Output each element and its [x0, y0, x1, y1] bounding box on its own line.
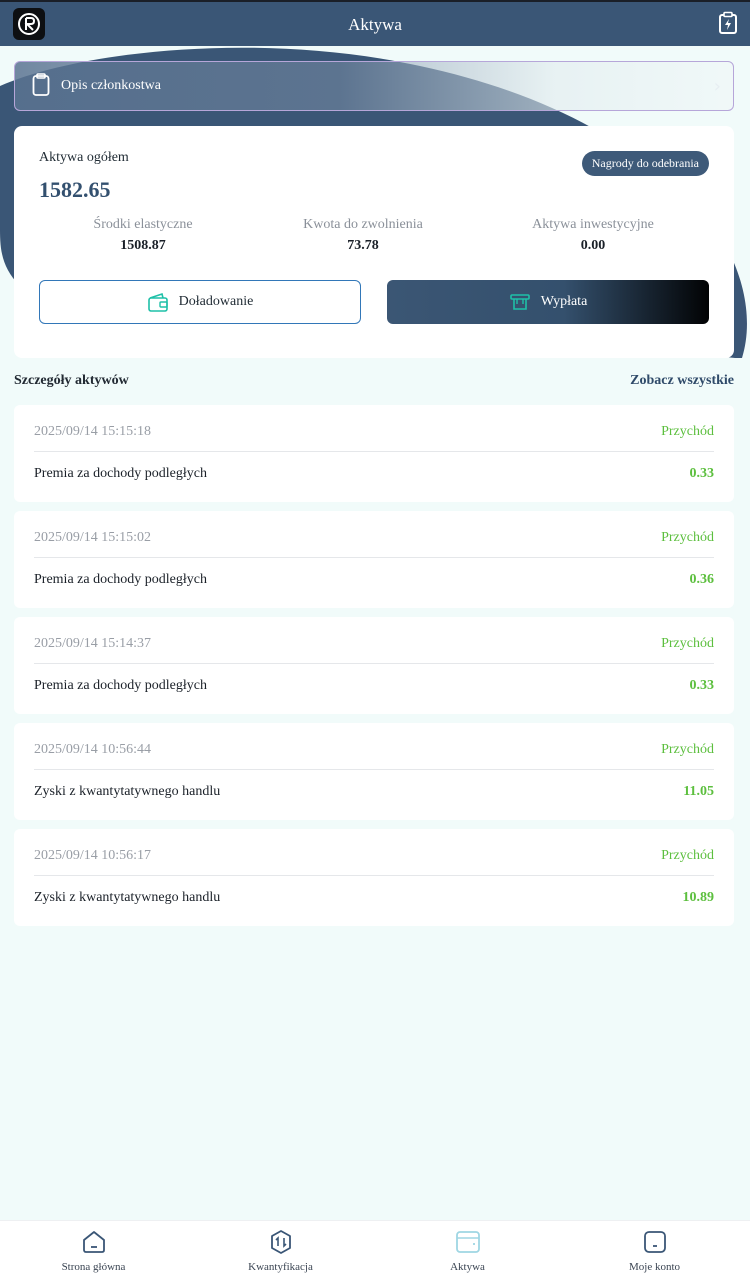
- transaction-item[interactable]: 2025/09/14 15:14:37 Przychód Premia za d…: [14, 617, 734, 714]
- transaction-amount: 11.05: [683, 784, 714, 799]
- chevron-right-icon: ›: [713, 76, 721, 97]
- transaction-description: Zyski z kwantytatywnego handlu: [34, 890, 221, 905]
- quantify-icon: [270, 1230, 291, 1254]
- membership-label: Opis członkostwa: [61, 78, 161, 93]
- top-bar: Aktywa: [0, 0, 750, 46]
- total-assets-label: Aktywa ogółem: [39, 150, 129, 165]
- transaction-description: Zyski z kwantytatywnego handlu: [34, 784, 221, 799]
- investment-assets-stat: Aktywa inwestycyjne 0.00: [483, 217, 703, 254]
- bottom-navigation: Strona główna Kwantyfikacja Aktywa Moje …: [0, 1220, 750, 1281]
- stat-value: 1508.87: [120, 238, 166, 253]
- divider: [34, 663, 714, 664]
- nav-item-assets[interactable]: Aktywa: [374, 1221, 561, 1281]
- release-amount-stat: Kwota do zwolnienia 73.78: [253, 217, 473, 254]
- transaction-date: 2025/09/14 15:14:37: [34, 636, 152, 651]
- flexible-funds-stat: Środki elastyczne 1508.87: [33, 217, 253, 254]
- transaction-item[interactable]: 2025/09/14 10:56:44 Przychód Zyski z kwa…: [14, 723, 734, 820]
- transaction-type: Przychód: [661, 848, 714, 863]
- transaction-item[interactable]: 2025/09/14 15:15:02 Przychód Premia za d…: [14, 511, 734, 608]
- divider: [34, 875, 714, 876]
- account-icon: [643, 1231, 666, 1253]
- see-all-link[interactable]: Zobacz wszystkie: [630, 373, 734, 389]
- withdraw-button[interactable]: Wypłata: [387, 280, 709, 324]
- stat-label: Środki elastyczne: [93, 217, 193, 232]
- transaction-type: Przychód: [661, 742, 714, 757]
- nav-item-quantify[interactable]: Kwantyfikacja: [187, 1221, 374, 1281]
- transaction-date: 2025/09/14 15:15:02: [34, 530, 152, 545]
- nav-label: Moje konto: [628, 1261, 681, 1273]
- clipboard-flash-icon[interactable]: [718, 11, 738, 35]
- asset-details-title: Szczegóły aktywów: [14, 373, 129, 388]
- transaction-date: 2025/09/14 10:56:44: [34, 742, 152, 757]
- transaction-description: Premia za dochody podległych: [34, 678, 208, 693]
- stat-label: Kwota do zwolnienia: [303, 217, 423, 232]
- transaction-amount: 0.36: [689, 572, 715, 587]
- stat-value: 0.00: [580, 238, 606, 253]
- nav-label: Kwantyfikacja: [248, 1261, 313, 1273]
- stat-value: 73.78: [347, 238, 379, 253]
- transaction-type: Przychód: [661, 424, 714, 439]
- deposit-label: Doładowanie: [178, 294, 254, 309]
- nav-item-home[interactable]: Strona główna: [0, 1221, 187, 1281]
- withdraw-label: Wypłata: [540, 294, 588, 309]
- transaction-item[interactable]: 2025/09/14 10:56:17 Przychód Zyski z kwa…: [14, 829, 734, 926]
- page-title: Aktywa: [348, 15, 402, 34]
- transaction-list: 2025/09/14 15:15:18 Przychód Premia za d…: [14, 405, 734, 935]
- stat-label: Aktywa inwestycyjne: [532, 217, 654, 232]
- assets-summary-card: Aktywa ogółem 1582.65 Nagrody do odebran…: [14, 126, 734, 358]
- clipboard-icon: [32, 73, 50, 96]
- transaction-amount: 0.33: [689, 678, 715, 693]
- transaction-type: Przychód: [661, 636, 714, 651]
- wallet-icon: [455, 1231, 480, 1253]
- deposit-button[interactable]: Doładowanie: [39, 280, 361, 324]
- home-icon: [82, 1231, 105, 1253]
- nav-item-account[interactable]: Moje konto: [561, 1221, 748, 1281]
- transaction-description: Premia za dochody podległych: [34, 572, 208, 587]
- divider: [34, 557, 714, 558]
- transaction-type: Przychód: [661, 530, 714, 545]
- wallet-icon: [147, 292, 168, 312]
- transaction-date: 2025/09/14 15:15:18: [34, 424, 152, 439]
- nav-label: Aktywa: [450, 1261, 485, 1273]
- divider: [34, 451, 714, 452]
- nav-label: Strona główna: [61, 1261, 126, 1273]
- divider: [34, 769, 714, 770]
- transaction-date: 2025/09/14 10:56:17: [34, 848, 152, 863]
- transaction-item[interactable]: 2025/09/14 15:15:18 Przychód Premia za d…: [14, 405, 734, 502]
- transaction-amount: 0.33: [689, 466, 715, 481]
- transaction-description: Premia za dochody podległych: [34, 466, 208, 481]
- membership-description-button[interactable]: Opis członkostwa ›: [14, 61, 734, 111]
- transaction-amount: 10.89: [682, 890, 715, 905]
- total-assets-value: 1582.65: [39, 177, 111, 202]
- withdraw-icon: [509, 294, 530, 310]
- rewards-to-claim-badge[interactable]: Nagrody do odebrania: [581, 151, 709, 176]
